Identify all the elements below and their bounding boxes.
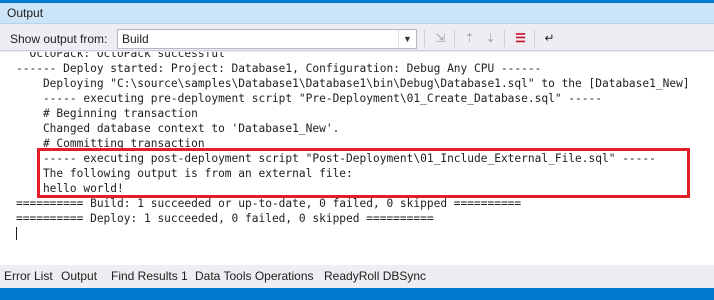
highlight-box <box>37 148 690 198</box>
status-bar <box>0 288 714 300</box>
output-line: Deploying "C:\source\samples\Database1\D… <box>16 77 690 90</box>
output-line: # Beginning transaction <box>16 107 198 120</box>
output-line: ------ Deploy started: Project: Database… <box>16 62 542 75</box>
toolbar-separator <box>454 30 455 47</box>
tab-error-list[interactable]: Error List <box>4 269 53 283</box>
find-message-icon[interactable]: ⇲ <box>432 30 449 47</box>
tab-data-tools-operations[interactable]: Data Tools Operations <box>195 269 314 283</box>
clear-all-icon[interactable]: ☰ <box>512 30 529 47</box>
output-source-value: Build <box>122 32 149 46</box>
tab-output[interactable]: Output <box>61 269 97 283</box>
toolbar-separator <box>424 30 425 47</box>
go-to-previous-icon[interactable]: ⇡ <box>461 30 478 47</box>
output-line: ----- executing pre-deployment script "P… <box>16 92 602 105</box>
toolbar-separator <box>534 30 535 47</box>
window-title: Output <box>7 6 44 20</box>
output-lines: OctoPack: OctoPack successful ------ Dep… <box>16 52 690 226</box>
text-caret <box>16 227 17 240</box>
tab-readyroll-dbsync[interactable]: ReadyRoll DBSync <box>324 269 426 283</box>
output-line: OctoPack: OctoPack successful <box>16 52 225 60</box>
tab-find-results-1[interactable]: Find Results 1 <box>111 269 188 283</box>
output-text-pane[interactable]: OctoPack: OctoPack successful ------ Dep… <box>0 52 714 265</box>
output-line: ========== Build: 1 succeeded or up-to-d… <box>16 197 522 210</box>
show-output-from-label: Show output from: <box>10 32 108 46</box>
chevron-down-icon[interactable]: ▼ <box>398 30 416 48</box>
word-wrap-icon[interactable]: ↵ <box>541 30 558 47</box>
toolbar-separator <box>504 30 505 47</box>
output-source-dropdown[interactable]: Build ▼ <box>117 29 417 49</box>
output-window-titlebar: Output <box>0 0 714 24</box>
output-line: ========== Deploy: 1 succeeded, 0 failed… <box>16 212 434 225</box>
output-toolbar: Show output from: Build ▼ ⇲ ⇡ ⇣ ☰ ↵ <box>0 25 714 51</box>
go-to-next-icon[interactable]: ⇣ <box>482 30 499 47</box>
output-line: Changed database context to 'Database1_N… <box>16 122 340 135</box>
titlebar-accent <box>0 0 714 3</box>
